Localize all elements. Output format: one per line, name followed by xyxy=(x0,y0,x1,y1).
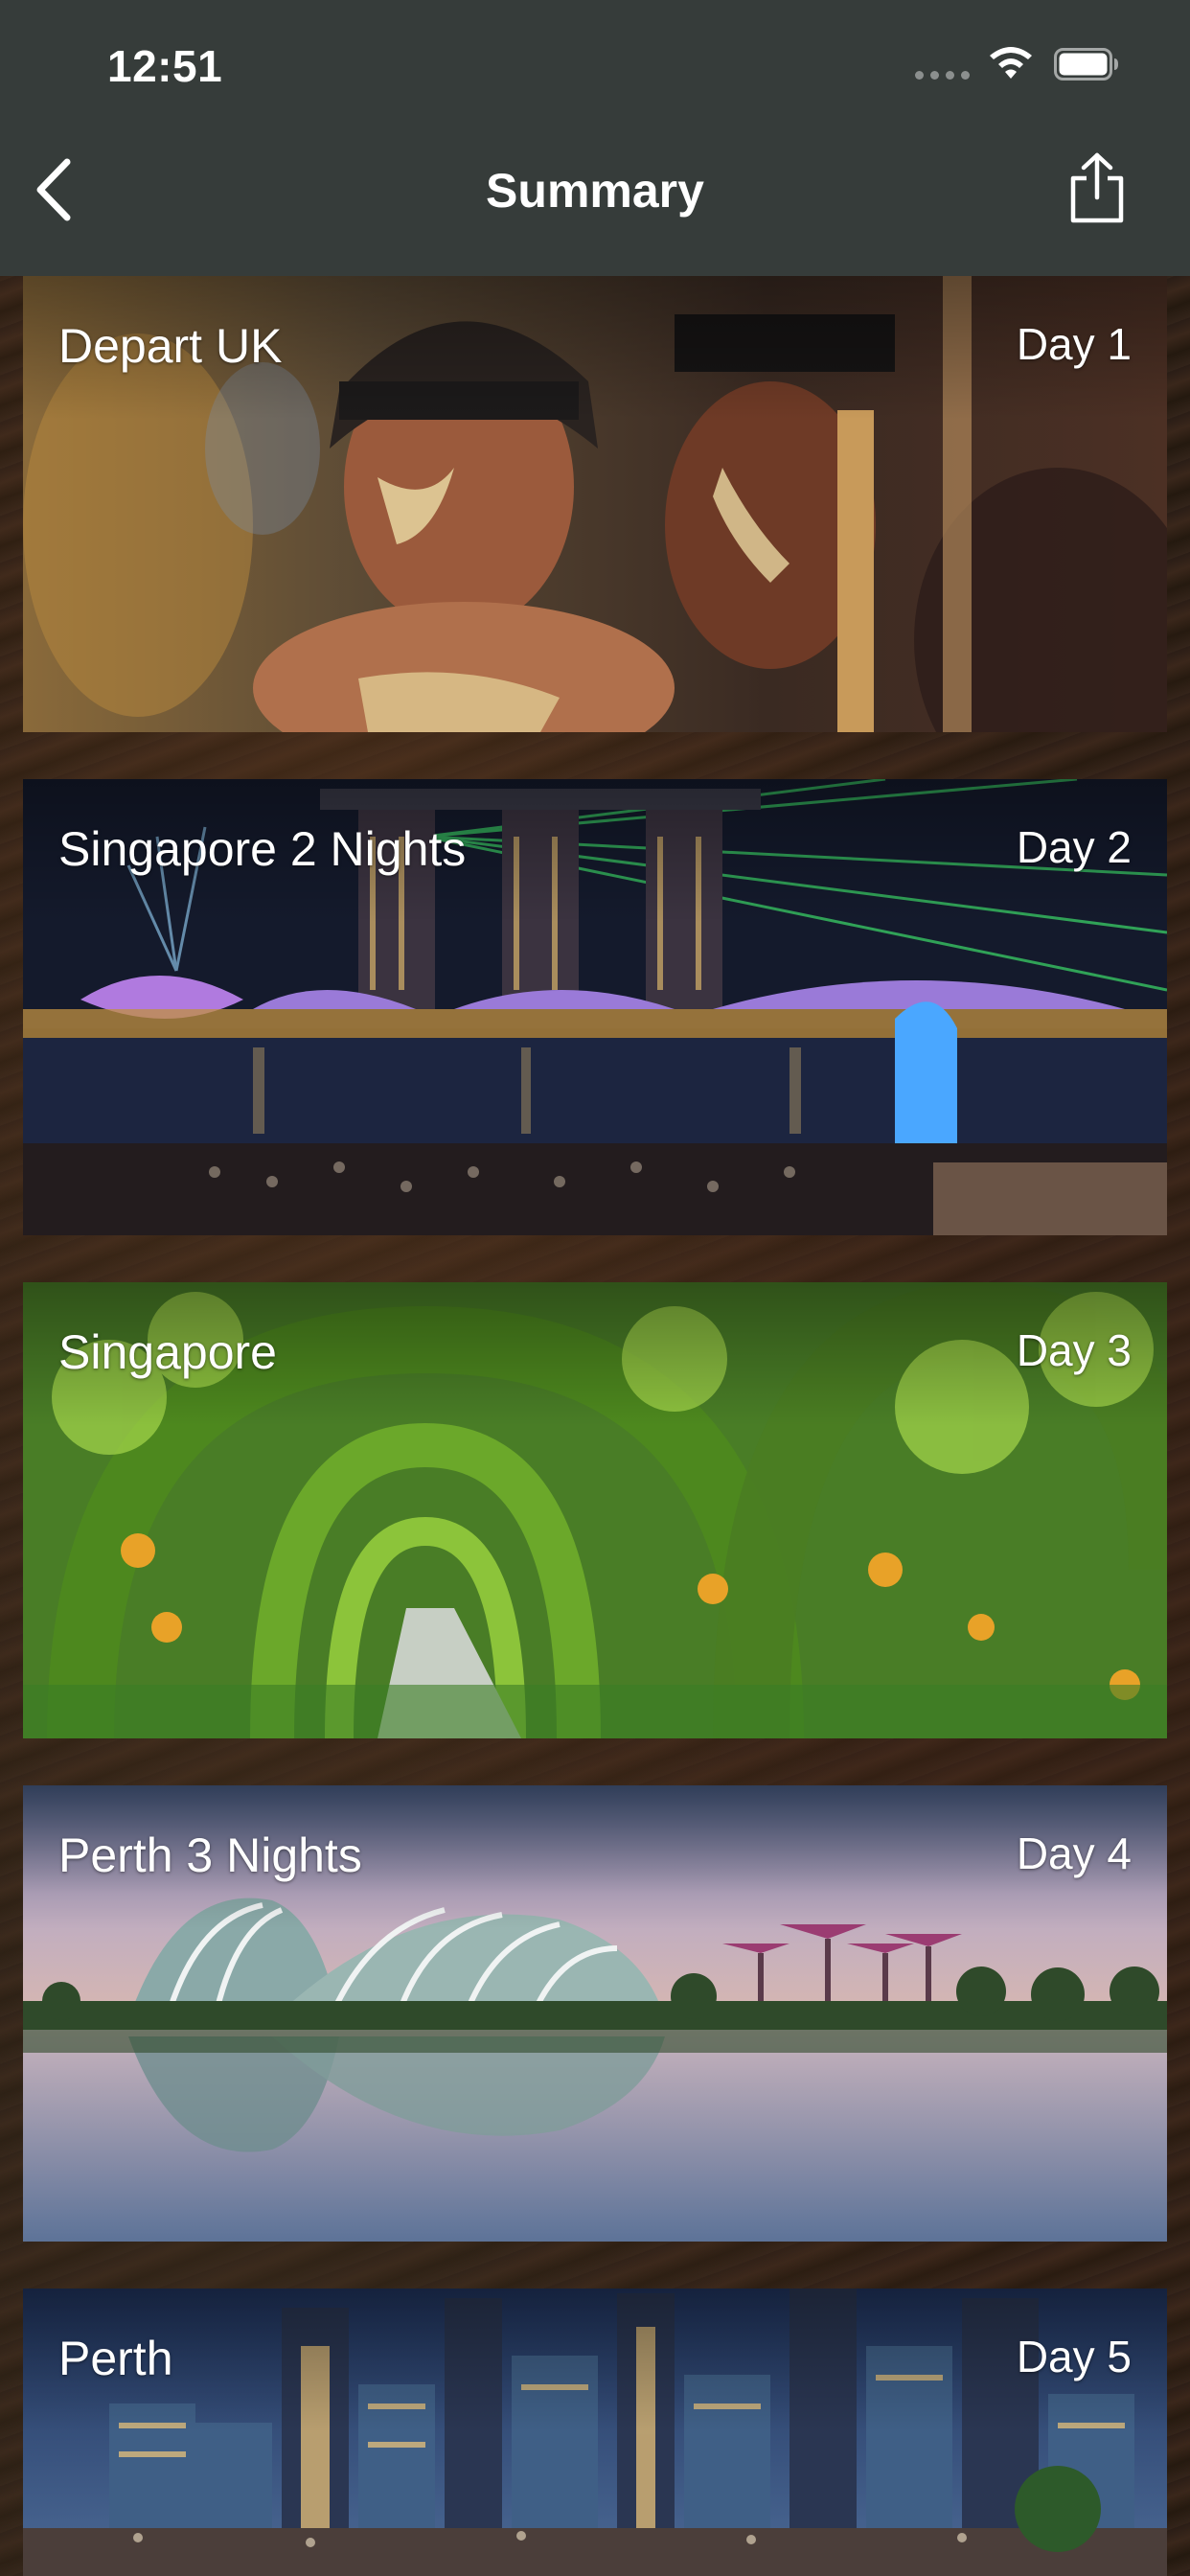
card-destination-label: Depart UK xyxy=(58,319,283,373)
card-destination-label: Singapore 2 Nights xyxy=(58,822,467,876)
card-destination-label: Perth 3 Nights xyxy=(58,1828,362,1882)
card-destination-label: Singapore xyxy=(58,1325,277,1379)
share-icon[interactable] xyxy=(1065,151,1129,224)
card-destination-label: Perth xyxy=(58,2332,173,2385)
card-day-label: Day 4 xyxy=(1016,1828,1132,1878)
wifi-icon xyxy=(990,47,1032,79)
itinerary-card-day-5[interactable]: Perth Day 5 xyxy=(23,2288,1167,2576)
cellular-signal-icon xyxy=(915,71,970,80)
itinerary-card-day-1[interactable]: Depart UK Day 1 xyxy=(23,276,1167,732)
card-day-label: Day 3 xyxy=(1016,1325,1132,1375)
status-time: 12:51 xyxy=(107,41,223,91)
card-gradient xyxy=(23,2288,1167,2432)
navigation-header: 12:51 Summary xyxy=(0,0,1190,276)
card-day-label: Day 1 xyxy=(1016,319,1132,369)
page-title: Summary xyxy=(486,164,704,218)
card-day-label: Day 2 xyxy=(1016,822,1132,872)
itinerary-card-day-2[interactable]: Singapore 2 Nights Day 2 xyxy=(23,779,1167,1235)
card-day-label: Day 5 xyxy=(1016,2332,1132,2381)
itinerary-card-day-4[interactable]: Perth 3 Nights Day 4 xyxy=(23,1785,1167,2242)
battery-icon xyxy=(1054,48,1118,80)
itinerary-card-day-3[interactable]: Singapore Day 3 xyxy=(23,1282,1167,1738)
